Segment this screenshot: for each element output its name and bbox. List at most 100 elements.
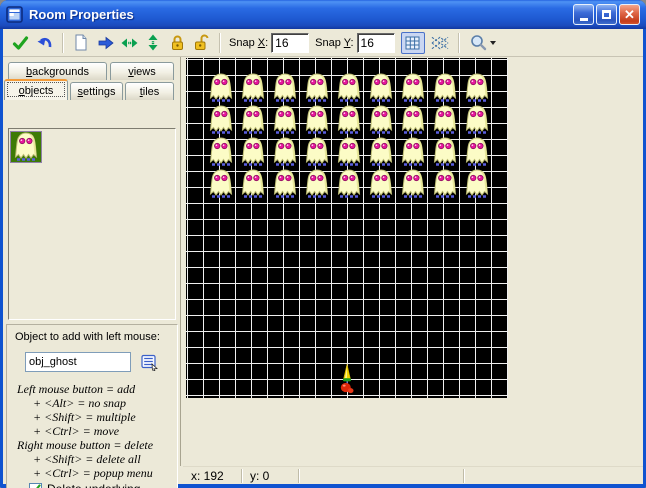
ghost-instance[interactable]	[208, 137, 234, 167]
status-x: x: 192	[183, 467, 241, 484]
ghost-sprite-icon	[208, 105, 234, 135]
ghost-instance[interactable]	[432, 137, 458, 167]
ghost-instance[interactable]	[272, 137, 298, 167]
room-properties-window: Room Properties ✕	[0, 0, 646, 488]
ghost-instance[interactable]	[400, 169, 426, 199]
ghost-sprite-icon	[432, 105, 458, 135]
ghost-instance[interactable]	[464, 73, 490, 103]
ghost-sprite-icon	[432, 73, 458, 103]
ghost-sprite-icon	[272, 169, 298, 199]
ghost-instance[interactable]	[304, 169, 330, 199]
ghost-instance[interactable]	[208, 73, 234, 103]
object-menu-button[interactable]	[141, 354, 158, 371]
snap-x-input[interactable]	[271, 33, 309, 53]
ghost-instance[interactable]	[304, 73, 330, 103]
delete-underlying-checkbox[interactable]	[29, 483, 42, 488]
title-bar[interactable]: Room Properties ✕	[0, 0, 646, 29]
minimize-button[interactable]	[573, 4, 594, 25]
grid-toggle-button[interactable]	[401, 32, 425, 54]
tab-label: views	[128, 66, 156, 78]
ghost-instance[interactable]	[208, 105, 234, 135]
checkmark-icon	[30, 484, 41, 488]
stretch-vertical-button[interactable]	[144, 34, 162, 52]
ghost-sprite-icon	[240, 73, 266, 103]
left-panel: backgrounds views objects settings tiles…	[3, 57, 180, 478]
mouse-help-text: Left mouse button = add + <Alt> = no sna…	[17, 382, 175, 480]
tab-objects[interactable]: objects	[4, 79, 68, 100]
ghost-instance[interactable]	[240, 137, 266, 167]
ghost-instance[interactable]	[336, 105, 362, 135]
ghost-sprite-icon	[304, 73, 330, 103]
object-name-field[interactable]	[25, 352, 131, 372]
ghost-instance[interactable]	[272, 105, 298, 135]
close-icon: ✕	[624, 8, 635, 21]
ghost-sprite-icon	[464, 105, 490, 135]
lock-open-button[interactable]	[192, 34, 210, 52]
ghost-sprite-icon	[13, 132, 39, 162]
ghost-instance[interactable]	[400, 73, 426, 103]
status-empty-2	[464, 467, 643, 484]
snap-y-input[interactable]	[357, 33, 395, 53]
ghost-instance[interactable]	[304, 137, 330, 167]
ghost-sprite-icon	[400, 137, 426, 167]
ghost-instance[interactable]	[336, 137, 362, 167]
ghost-instance[interactable]	[336, 73, 362, 103]
undo-button[interactable]	[35, 34, 53, 52]
ok-check-button[interactable]	[11, 34, 29, 52]
room-window-icon	[6, 6, 23, 23]
ghost-sprite-icon	[208, 169, 234, 199]
ghost-instance[interactable]	[464, 137, 490, 167]
ghost-instance[interactable]	[208, 169, 234, 199]
ghost-sprite-icon	[208, 137, 234, 167]
new-page-button[interactable]	[72, 34, 90, 52]
magnifier-icon	[469, 34, 497, 51]
ghost-instance[interactable]	[240, 169, 266, 199]
status-y: y: 0	[242, 467, 298, 484]
ghost-instance[interactable]	[240, 105, 266, 135]
tab-tiles[interactable]: tiles	[125, 82, 174, 100]
object-list-panel[interactable]	[8, 128, 176, 320]
ghost-instance[interactable]	[368, 169, 394, 199]
ghost-instance[interactable]	[304, 105, 330, 135]
ghost-sprite-icon	[368, 137, 394, 167]
snap-y-label: Snap Y:	[315, 37, 353, 49]
ghost-instance[interactable]	[336, 169, 362, 199]
stretch-horizontal-button[interactable]	[120, 34, 138, 52]
ghost-sprite-icon	[464, 137, 490, 167]
marker-instance[interactable]	[340, 364, 354, 394]
ghost-sprite-icon	[336, 105, 362, 135]
isometric-toggle-button[interactable]	[431, 34, 449, 52]
ghost-instance[interactable]	[400, 105, 426, 135]
object-thumbnail-obj-ghost[interactable]	[10, 131, 42, 163]
ghost-instance[interactable]	[368, 73, 394, 103]
ghost-sprite-icon	[304, 169, 330, 199]
undo-icon	[36, 35, 53, 51]
ghost-sprite-icon	[240, 169, 266, 199]
ghost-instance[interactable]	[368, 137, 394, 167]
tab-views[interactable]: views	[110, 62, 174, 80]
ghost-instance[interactable]	[432, 169, 458, 199]
ghost-instance[interactable]	[432, 105, 458, 135]
tab-settings[interactable]: settings	[70, 82, 123, 100]
ghost-sprite-icon	[432, 169, 458, 199]
lock-closed-button[interactable]	[168, 34, 186, 52]
shift-room-button[interactable]	[96, 34, 114, 52]
ghost-instance[interactable]	[464, 105, 490, 135]
zoom-dropdown-button[interactable]	[468, 34, 498, 52]
room-canvas[interactable]	[186, 58, 508, 398]
toolbar: Snap X: Snap Y:	[3, 29, 643, 57]
status-bar: x: 192 y: 0	[183, 466, 643, 484]
ghost-instance[interactable]	[240, 73, 266, 103]
ghost-instance[interactable]	[464, 169, 490, 199]
ghost-instance[interactable]	[400, 137, 426, 167]
ghost-instance[interactable]	[272, 73, 298, 103]
ghost-sprite-icon	[336, 137, 362, 167]
tab-label: backgrounds	[26, 66, 89, 78]
close-button[interactable]: ✕	[619, 4, 640, 25]
ghost-instance[interactable]	[432, 73, 458, 103]
v-arrows-icon	[145, 34, 161, 51]
maximize-button[interactable]	[596, 4, 617, 25]
tab-backgrounds[interactable]: backgrounds	[8, 62, 107, 80]
ghost-instance[interactable]	[272, 169, 298, 199]
ghost-instance[interactable]	[368, 105, 394, 135]
